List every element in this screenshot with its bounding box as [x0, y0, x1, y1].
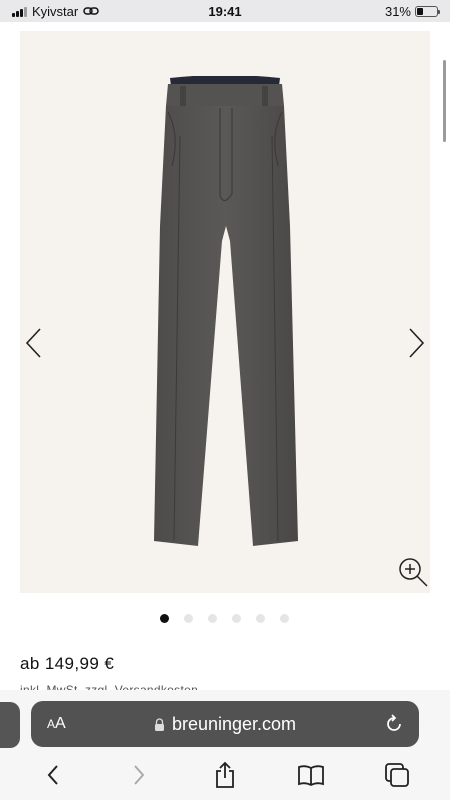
previous-tab-peek[interactable]: [0, 702, 20, 748]
carousel-dot[interactable]: [280, 614, 289, 623]
share-button[interactable]: [210, 760, 240, 790]
tabs-icon: [385, 763, 409, 787]
chevron-right-icon[interactable]: [402, 326, 428, 360]
book-icon: [298, 765, 324, 786]
reload-icon[interactable]: [383, 713, 405, 735]
zoom-in-icon[interactable]: [396, 555, 430, 589]
screen: Kyivstar 19:41 31% ab 149,99 € AA breuni…: [0, 0, 450, 800]
back-icon: [47, 765, 58, 785]
aa-small: A: [47, 717, 56, 731]
carousel-dot[interactable]: [256, 614, 265, 623]
url-text: breuninger.com: [171, 713, 297, 734]
browser-url-area: AA breuninger.com: [0, 690, 450, 750]
address-bar[interactable]: AA breuninger.com: [31, 701, 419, 747]
link-icon: [83, 7, 99, 15]
signal-icon: [12, 6, 27, 17]
url-display[interactable]: breuninger.com: [31, 714, 419, 735]
carrier-label: Kyivstar: [32, 3, 79, 19]
forward-button[interactable]: [124, 760, 154, 790]
carousel-dot[interactable]: [184, 614, 193, 623]
battery-percent: 31%: [384, 3, 411, 19]
carousel-dots: [160, 614, 289, 623]
bookmarks-button[interactable]: [296, 760, 326, 790]
trousers-image: [154, 76, 298, 546]
carousel-dot[interactable]: [160, 614, 169, 623]
lock-icon: [154, 717, 164, 731]
back-button[interactable]: [38, 760, 68, 790]
reader-settings-button[interactable]: AA: [47, 715, 66, 733]
carousel-dot[interactable]: [232, 614, 241, 623]
carousel-dot[interactable]: [208, 614, 217, 623]
tabs-button[interactable]: [382, 760, 412, 790]
product-image[interactable]: [20, 31, 430, 593]
status-right: 31%: [384, 3, 440, 19]
chevron-left-icon[interactable]: [22, 326, 48, 360]
forward-icon: [134, 765, 145, 785]
clock: 19:41: [208, 3, 242, 19]
share-icon: [216, 761, 234, 788]
browser-toolbar: [0, 750, 450, 800]
status-left: Kyivstar: [12, 4, 385, 19]
product-price: ab 149,99 €: [20, 654, 115, 673]
scrollbar[interactable]: [443, 60, 446, 142]
status-bar: Kyivstar 19:41 31%: [0, 0, 450, 22]
battery-icon: [415, 5, 440, 17]
